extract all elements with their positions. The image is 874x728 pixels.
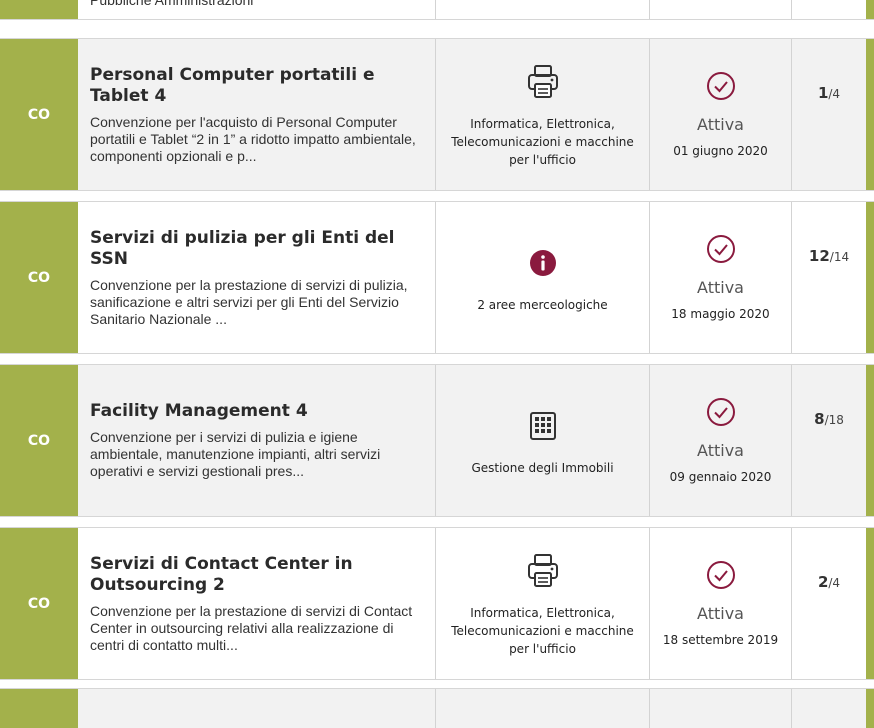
item-description: Convenzione per l'acquisto di Personal C… (90, 113, 416, 164)
category-label: Informatica, Elettronica, Telecomunicazi… (451, 605, 634, 656)
lots-total: /4 (828, 86, 841, 101)
item-category (436, 0, 650, 19)
item-description: Convenzione per la prestazione di serviz… (90, 602, 413, 653)
code-badge (0, 0, 78, 19)
accent-bar (866, 0, 874, 19)
lots-total: /4 (828, 575, 841, 590)
item-category: Gestione degli Immobili (436, 365, 650, 516)
item-info: Pubbliche Amministrazioni (78, 0, 436, 19)
category-label: 2 aree merceologiche (477, 297, 608, 312)
printer-icon (526, 61, 560, 103)
status-date: 18 maggio 2020 (671, 307, 770, 321)
item-info (78, 689, 436, 728)
list-item[interactable]: CO Facility Management 4 Convenzione per… (0, 364, 874, 517)
check-circle-icon (706, 560, 736, 594)
item-category: Informatica, Elettronica, Telecomunicazi… (436, 39, 650, 190)
lots-total: /18 (824, 412, 844, 427)
item-status: Attiva 18 settembre 2019 (650, 528, 792, 679)
item-status (650, 0, 792, 19)
check-circle-icon (706, 71, 736, 105)
item-status: Attiva 01 giugno 2020 (650, 39, 792, 190)
code-badge: CO (0, 528, 78, 679)
item-status: Attiva 09 gennaio 2020 (650, 365, 792, 516)
item-title[interactable]: Servizi di pulizia per gli Enti del SSN (90, 228, 423, 270)
item-lots (792, 689, 866, 728)
lots-current: 12 (808, 246, 830, 265)
status-date: 09 gennaio 2020 (669, 470, 772, 484)
accent-bar (866, 39, 874, 190)
item-category: 2 aree merceologiche (436, 202, 650, 353)
item-lots (792, 0, 866, 19)
printer-icon (526, 550, 560, 592)
item-info: Facility Management 4 Convenzione per i … (78, 365, 436, 516)
code-badge (0, 689, 78, 728)
list-item-partial-bottom[interactable] (0, 688, 874, 728)
status-label: Attiva (697, 441, 744, 460)
item-category: Informatica, Elettronica, Telecomunicazi… (436, 528, 650, 679)
code-badge: CO (0, 365, 78, 516)
item-title[interactable]: Servizi di Contact Center in Outsourcing… (90, 554, 423, 596)
status-label: Attiva (697, 278, 744, 297)
list-item[interactable]: CO Servizi di Contact Center in Outsourc… (0, 527, 874, 680)
code-badge: CO (0, 39, 78, 190)
item-status (650, 689, 792, 728)
accent-bar (866, 202, 874, 353)
lots-total: /14 (829, 249, 850, 264)
status-label: Attiva (697, 604, 744, 623)
building-icon (529, 405, 557, 447)
item-category (436, 689, 650, 728)
item-info: Servizi di pulizia per gli Enti del SSN … (78, 202, 436, 353)
code-badge: CO (0, 202, 78, 353)
list-item[interactable]: CO Servizi di pulizia per gli Enti del S… (0, 201, 874, 354)
item-title[interactable]: Personal Computer portatili e Tablet 4 (90, 65, 423, 107)
accent-bar (866, 365, 874, 516)
check-circle-icon (706, 234, 736, 268)
item-description: Convenzione per la prestazione di serviz… (90, 276, 408, 327)
check-circle-icon (706, 397, 736, 431)
accent-bar (866, 528, 874, 679)
item-title[interactable]: Facility Management 4 (90, 401, 423, 422)
list-item-partial-top[interactable]: Pubbliche Amministrazioni (0, 0, 874, 20)
accent-bar (866, 689, 874, 728)
item-lots: 12/14 (792, 202, 866, 353)
status-date: 18 settembre 2019 (662, 633, 779, 647)
category-label: Gestione degli Immobili (471, 460, 614, 475)
status-date: 01 giugno 2020 (673, 144, 768, 158)
info-icon[interactable] (529, 242, 557, 284)
status-label: Attiva (697, 115, 744, 134)
item-info: Servizi di Contact Center in Outsourcing… (78, 528, 436, 679)
item-status: Attiva 18 maggio 2020 (650, 202, 792, 353)
lots-current: 1 (817, 83, 829, 102)
item-info: Personal Computer portatili e Tablet 4 C… (78, 39, 436, 190)
category-label: Informatica, Elettronica, Telecomunicazi… (451, 116, 634, 167)
item-lots: 2/4 (792, 528, 866, 679)
lots-current: 8 (814, 409, 825, 428)
item-lots: 1/4 (792, 39, 866, 190)
list-item[interactable]: CO Personal Computer portatili e Tablet … (0, 38, 874, 191)
item-description-fragment: Pubbliche Amministrazioni (90, 0, 254, 8)
item-lots: 8/18 (792, 365, 866, 516)
item-description: Convenzione per i servizi di pulizia e i… (90, 429, 381, 479)
lots-current: 2 (817, 572, 829, 591)
